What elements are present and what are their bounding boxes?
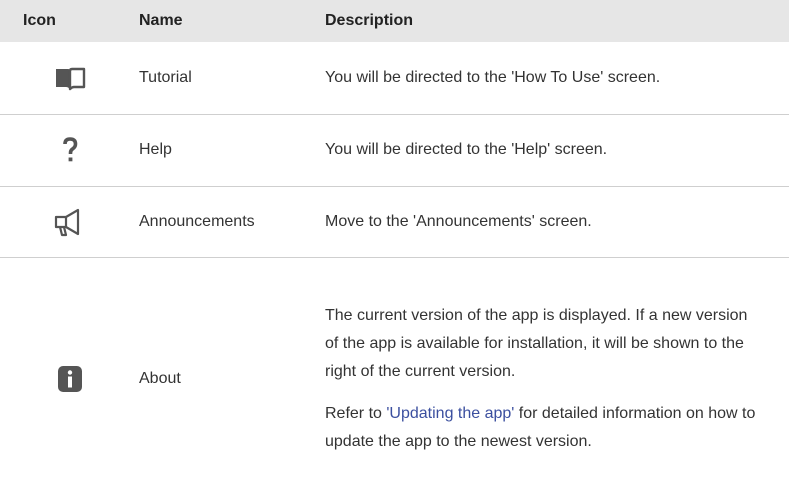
header-icon: Icon [0, 0, 139, 42]
info-icon [48, 362, 92, 396]
row-description-note: Refer to 'Updating the app' for detailed… [325, 400, 789, 456]
header-name: Name [139, 0, 325, 42]
row-name: Announcements [139, 186, 325, 258]
header-description: Description [325, 0, 789, 42]
table-header-row: Icon Name Description [0, 0, 789, 42]
icon-cell [0, 114, 139, 187]
row-description: The current version of the app is displa… [325, 257, 789, 501]
book-icon [48, 61, 92, 95]
note-prefix: Refer to [325, 405, 387, 423]
icon-cell [0, 186, 139, 258]
row-description-text: You will be directed to the 'Help' scree… [325, 141, 608, 158]
icon-cell [0, 257, 139, 501]
row-description: You will be directed to the 'How To Use'… [325, 42, 789, 115]
row-description-text: The current version of the app is displa… [325, 307, 748, 381]
table-row: About The current version of the app is … [0, 257, 789, 501]
table-row: Announcements Move to the 'Announcements… [0, 186, 789, 258]
row-description-text: Move to the 'Announcements' screen. [325, 212, 592, 230]
icon-cell [0, 42, 139, 115]
row-description: Move to the 'Announcements' screen. [325, 186, 789, 258]
row-description-text: You will be directed to the 'How To Use'… [325, 68, 661, 86]
updating-app-link[interactable]: 'Updating the app' [386, 405, 514, 422]
megaphone-icon [48, 205, 92, 239]
row-name: Help [139, 114, 325, 187]
settings-table: Icon Name Description Tutorial You will … [0, 0, 789, 501]
row-description: You will be directed to the 'Help' scree… [325, 114, 789, 187]
row-name: About [139, 370, 181, 388]
table-row: Help You will be directed to the 'Help' … [0, 114, 789, 187]
question-mark-icon [48, 133, 92, 167]
row-name: Tutorial [139, 42, 325, 115]
table-row: Tutorial You will be directed to the 'Ho… [0, 42, 789, 115]
